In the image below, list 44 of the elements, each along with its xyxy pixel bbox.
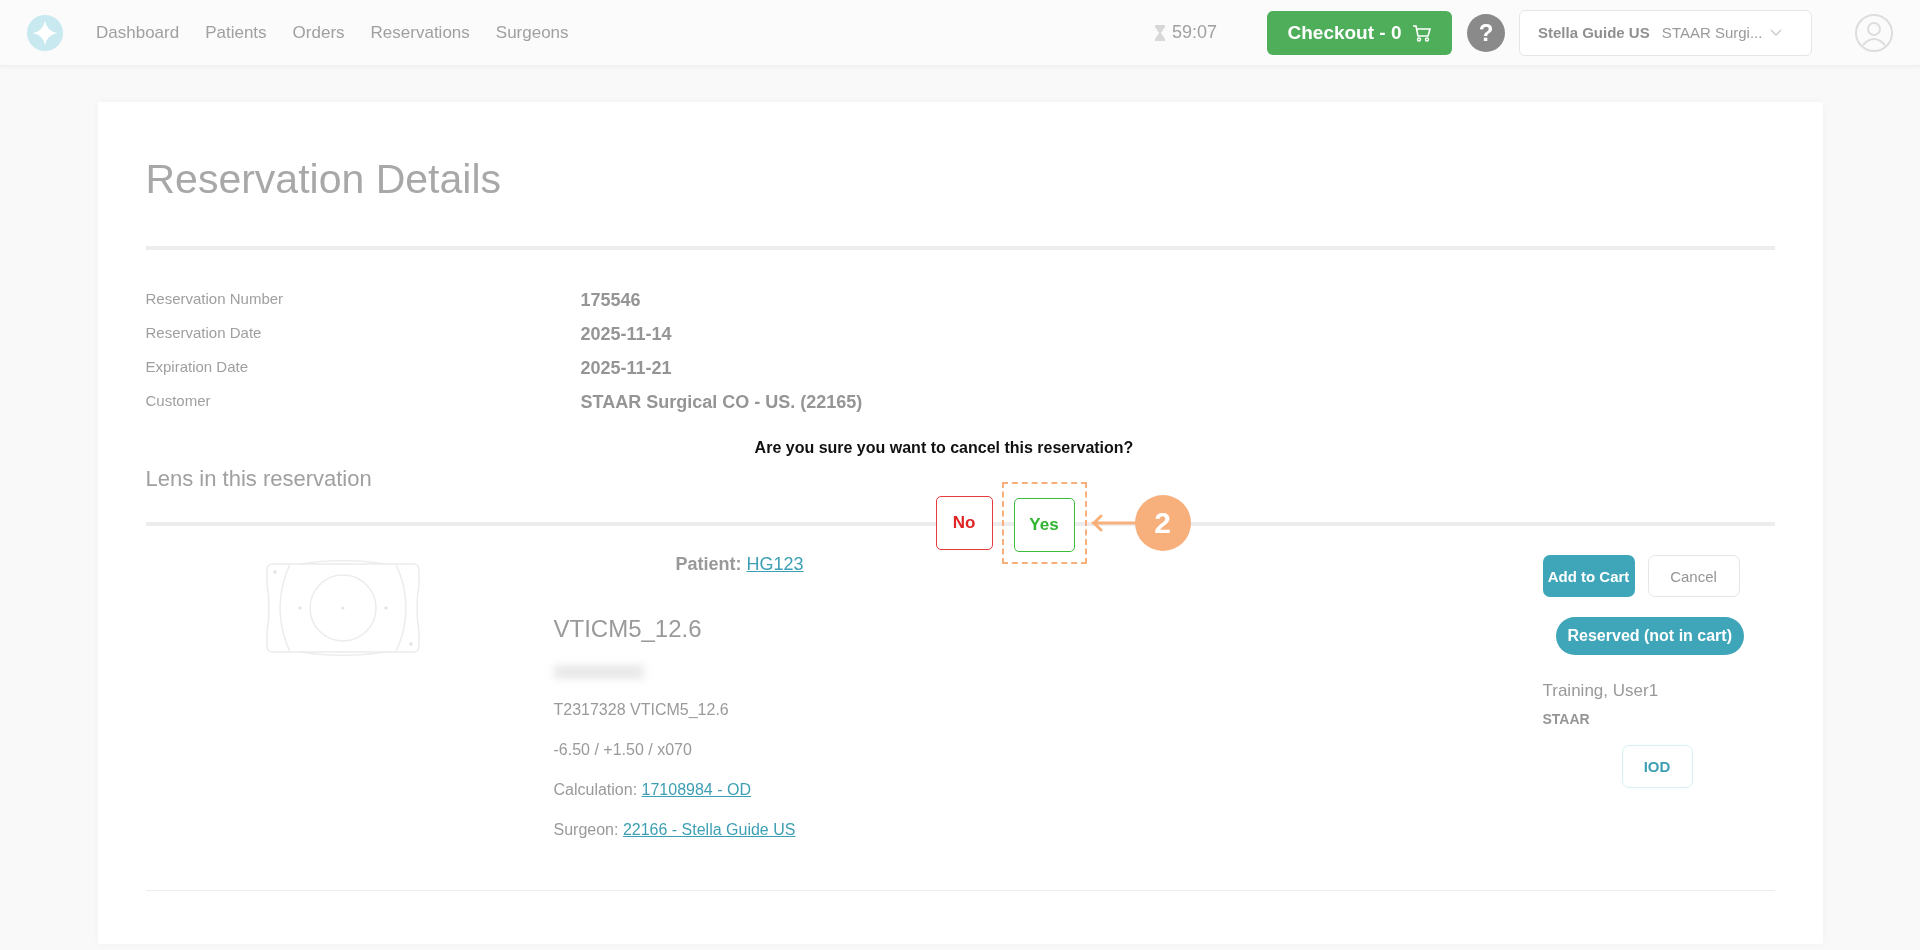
- checkout-button[interactable]: Checkout - 0: [1267, 10, 1452, 55]
- lens-model: VTICM5_12.6: [553, 615, 703, 643]
- add-to-cart-button[interactable]: Add to Cart: [1542, 555, 1635, 597]
- cancel-button[interactable]: Cancel: [1647, 555, 1740, 597]
- no-button[interactable]: No: [935, 496, 993, 550]
- detail-value: STAAR Surgical CO - US. (22165): [580, 392, 864, 414]
- nav-link[interactable]: Orders: [292, 22, 345, 43]
- section-heading: Lens in this reservation: [145, 466, 373, 492]
- nav-link[interactable]: Patients: [205, 22, 267, 43]
- yes-button[interactable]: Yes: [1013, 498, 1075, 552]
- detail-value: 2025-11-21: [580, 358, 673, 380]
- surgeon-link[interactable]: 22166 - Stella Guide US: [622, 821, 796, 838]
- status-badge: Reserved (not in cart): [1555, 617, 1744, 655]
- star-logo-icon[interactable]: [26, 13, 64, 52]
- nav-link[interactable]: Reservations: [370, 22, 470, 43]
- arrow-icon: [1090, 513, 1135, 533]
- chevron-down-icon: [1770, 28, 1783, 37]
- calculation-link[interactable]: 17108984 - OD: [641, 781, 751, 798]
- power-text: -6.50 / +1.50 / x070: [553, 741, 693, 759]
- timer-text: 59:07: [1171, 22, 1217, 43]
- iod-button[interactable]: IOD: [1621, 745, 1693, 788]
- nav-link[interactable]: Dashboard: [96, 22, 180, 43]
- account-dropdown[interactable]: Stella Guide US STAAR Surgi...: [1519, 9, 1812, 56]
- calculation-text: Calculation: 17108984 - OD: [553, 781, 752, 799]
- detail-value: 175546: [580, 290, 642, 312]
- detail-label: Reservation Date: [145, 324, 263, 343]
- patient-text: Patient: HG123: [675, 554, 805, 575]
- detail-value: 2025-11-14: [580, 324, 673, 346]
- surgeon-text: Surgeon: 22166 - Stella Guide US: [553, 821, 797, 839]
- user-avatar-icon[interactable]: [1854, 12, 1894, 53]
- page-title: Reservation Details: [145, 155, 502, 204]
- detail-label: Reservation Number: [145, 290, 285, 309]
- hourglass-icon: [1153, 23, 1166, 42]
- user-name: Training, User1: [1542, 681, 1659, 701]
- confirm-question: Are you sure you want to cancel this reservation?: [754, 439, 1134, 457]
- detail-label: Expiration Date: [145, 358, 250, 377]
- serial-text: T2317328 VTICM5_12.6: [553, 701, 730, 719]
- step-badge: 2: [1134, 495, 1191, 551]
- nav-link[interactable]: Surgeons: [495, 22, 569, 43]
- help-button[interactable]: ?: [1467, 13, 1505, 52]
- detail-label: Customer: [145, 392, 212, 411]
- patient-link[interactable]: HG123: [746, 554, 804, 574]
- cart-icon: [1411, 22, 1432, 43]
- company-name: STAAR: [1542, 711, 1590, 727]
